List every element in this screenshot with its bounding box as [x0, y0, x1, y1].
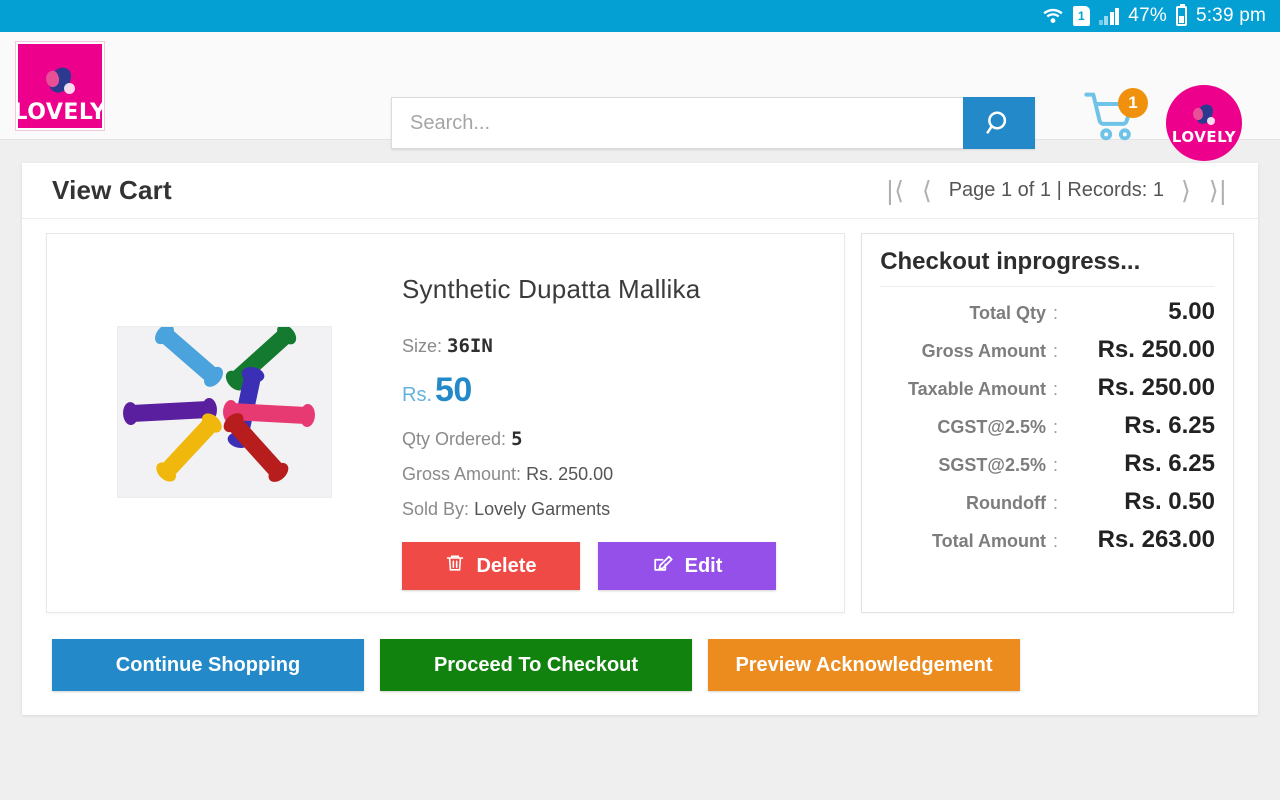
summary-row-colon: :: [1053, 303, 1059, 323]
butterfly-emblem-icon: [40, 63, 80, 101]
user-avatar[interactable]: LOVELY: [1166, 85, 1242, 161]
qty-value: 5: [511, 428, 523, 450]
summary-row-colon: :: [1053, 455, 1059, 475]
search-input[interactable]: [391, 97, 963, 149]
summary-row-value: 5.00: [1168, 298, 1215, 325]
cart-button[interactable]: 1: [1082, 88, 1148, 152]
app-header: LOVELY 1 LOVELY: [0, 32, 1280, 161]
status-bar: 1 47% 5:39 pm: [0, 0, 1280, 32]
summary-row: Roundoff: Rs. 0.50: [880, 483, 1215, 521]
product-name: Synthetic Dupatta Mallika: [402, 274, 701, 304]
cart-footer-actions: Continue Shopping Proceed To Checkout Pr…: [22, 613, 1258, 691]
delete-label: Delete: [476, 554, 537, 577]
size-value: 36IN: [447, 335, 493, 357]
shopping-cart-icon: [1082, 92, 1142, 150]
summary-row-label: Total Amount: [932, 531, 1046, 551]
summary-row-value: Rs. 6.25: [1124, 412, 1215, 439]
proceed-to-checkout-button[interactable]: Proceed To Checkout: [380, 639, 692, 691]
cart-item-card: Synthetic Dupatta Mallika Size: 36IN Rs.…: [46, 233, 846, 613]
product-details: Synthetic Dupatta Mallika Size: 36IN Rs.…: [402, 256, 834, 590]
search-icon: [984, 108, 1014, 138]
avatar-butterfly-icon: [1189, 101, 1219, 130]
item-actions: Delete Edit: [402, 542, 834, 590]
summary-row-value: Rs. 0.50: [1124, 488, 1215, 515]
panel-header: View Cart |⟨ ⟨ Page 1 of 1 | Records: 1 …: [22, 163, 1258, 219]
preview-acknowledgement-button[interactable]: Preview Acknowledgement: [708, 639, 1020, 691]
sold-by-label: Sold By:: [402, 499, 470, 519]
summary-title: Checkout inprogress...: [880, 248, 1215, 287]
first-page-icon[interactable]: |⟨: [879, 178, 911, 203]
previous-page-icon[interactable]: ⟨: [915, 178, 939, 203]
summary-row-label: Taxable Amount: [907, 379, 1046, 399]
summary-row-value: Rs. 250.00: [1097, 336, 1215, 363]
summary-row: CGST@2.5%: Rs. 6.25: [880, 407, 1215, 445]
summary-row-colon: :: [1053, 417, 1059, 437]
brand-logo-text: LOVELY: [16, 99, 104, 125]
signal-bars-icon: [1098, 7, 1120, 25]
summary-row: Total Amount: Rs. 263.00: [880, 521, 1215, 559]
next-page-icon[interactable]: ⟩: [1174, 178, 1198, 203]
price-currency: Rs.: [402, 384, 432, 406]
pagination: |⟨ ⟨ Page 1 of 1 | Records: 1 ⟩ ⟩|: [879, 178, 1234, 203]
summary-row-value: Rs. 263.00: [1097, 526, 1215, 553]
brand-logo[interactable]: LOVELY: [16, 41, 104, 130]
product-image-column: [47, 256, 402, 498]
battery-icon: [1175, 4, 1187, 26]
summary-row-colon: :: [1053, 379, 1059, 399]
summary-rows: Total Qty:5.00 Gross Amount: Rs. 250.00 Tax…: [880, 293, 1215, 559]
sim-card-icon: 1: [1072, 6, 1090, 26]
gross-label: Gross Amount:: [402, 464, 522, 484]
summary-row-value: Rs. 6.25: [1124, 450, 1215, 477]
product-gross-line: Gross Amount: Rs. 250.00: [402, 464, 834, 485]
product-size-line: Size: 36IN: [402, 335, 834, 357]
product-sold-by-line: Sold By: Lovely Garments: [402, 499, 834, 520]
summary-row-colon: :: [1053, 341, 1059, 361]
trash-icon: [445, 552, 465, 580]
avatar-label: LOVELY: [1171, 127, 1237, 146]
summary-row-colon: :: [1053, 531, 1059, 551]
summary-row-label: Gross Amount: [921, 341, 1046, 361]
summary-row: Total Qty: 5.00: [880, 293, 1215, 331]
summary-row-colon: :: [1053, 493, 1059, 513]
wifi-icon: [1042, 7, 1064, 25]
search-button[interactable]: [963, 97, 1035, 149]
qty-label: Qty Ordered:: [402, 429, 507, 449]
summary-row: Gross Amount: Rs. 250.00: [880, 331, 1215, 369]
sold-by-value: Lovely Garments: [474, 499, 611, 519]
battery-percent-label: 47%: [1128, 5, 1167, 26]
summary-row-label: Roundoff: [966, 493, 1046, 513]
summary-row: SGST@2.5%: Rs. 6.25: [880, 445, 1215, 483]
edit-button[interactable]: Edit: [598, 542, 776, 590]
view-cart-panel: View Cart |⟨ ⟨ Page 1 of 1 | Records: 1 …: [22, 163, 1258, 715]
edit-label: Edit: [684, 554, 723, 577]
summary-row-label: Total Qty: [969, 303, 1046, 323]
cart-badge: 1: [1118, 88, 1148, 118]
product-qty-line: Qty Ordered: 5: [402, 428, 834, 450]
delete-button[interactable]: Delete: [402, 542, 580, 590]
product-price: Rs. 50: [402, 371, 834, 410]
summary-row-label: CGST@2.5%: [937, 417, 1046, 437]
summary-row-label: SGST@2.5%: [938, 455, 1046, 475]
price-value: 50: [435, 371, 472, 409]
continue-shopping-button[interactable]: Continue Shopping: [52, 639, 364, 691]
last-page-icon[interactable]: ⟩|: [1202, 178, 1234, 203]
search-bar: [391, 97, 1035, 149]
cart-content: Synthetic Dupatta Mallika Size: 36IN Rs.…: [22, 219, 1258, 613]
pagination-label: Page 1 of 1 | Records: 1: [948, 179, 1165, 201]
product-image[interactable]: [117, 326, 332, 498]
summary-row-value: Rs. 250.00: [1097, 374, 1215, 401]
summary-row: Taxable Amount: Rs. 250.00: [880, 369, 1215, 407]
gross-value: Rs. 250.00: [526, 464, 614, 484]
edit-pencil-icon: [652, 552, 674, 580]
size-label: Size:: [402, 336, 443, 356]
checkout-summary-panel: Checkout inprogress... Total Qty: 5.00 Gro…: [861, 233, 1234, 613]
page-title: View Cart: [52, 175, 172, 205]
clock-label: 5:39 pm: [1195, 5, 1266, 26]
